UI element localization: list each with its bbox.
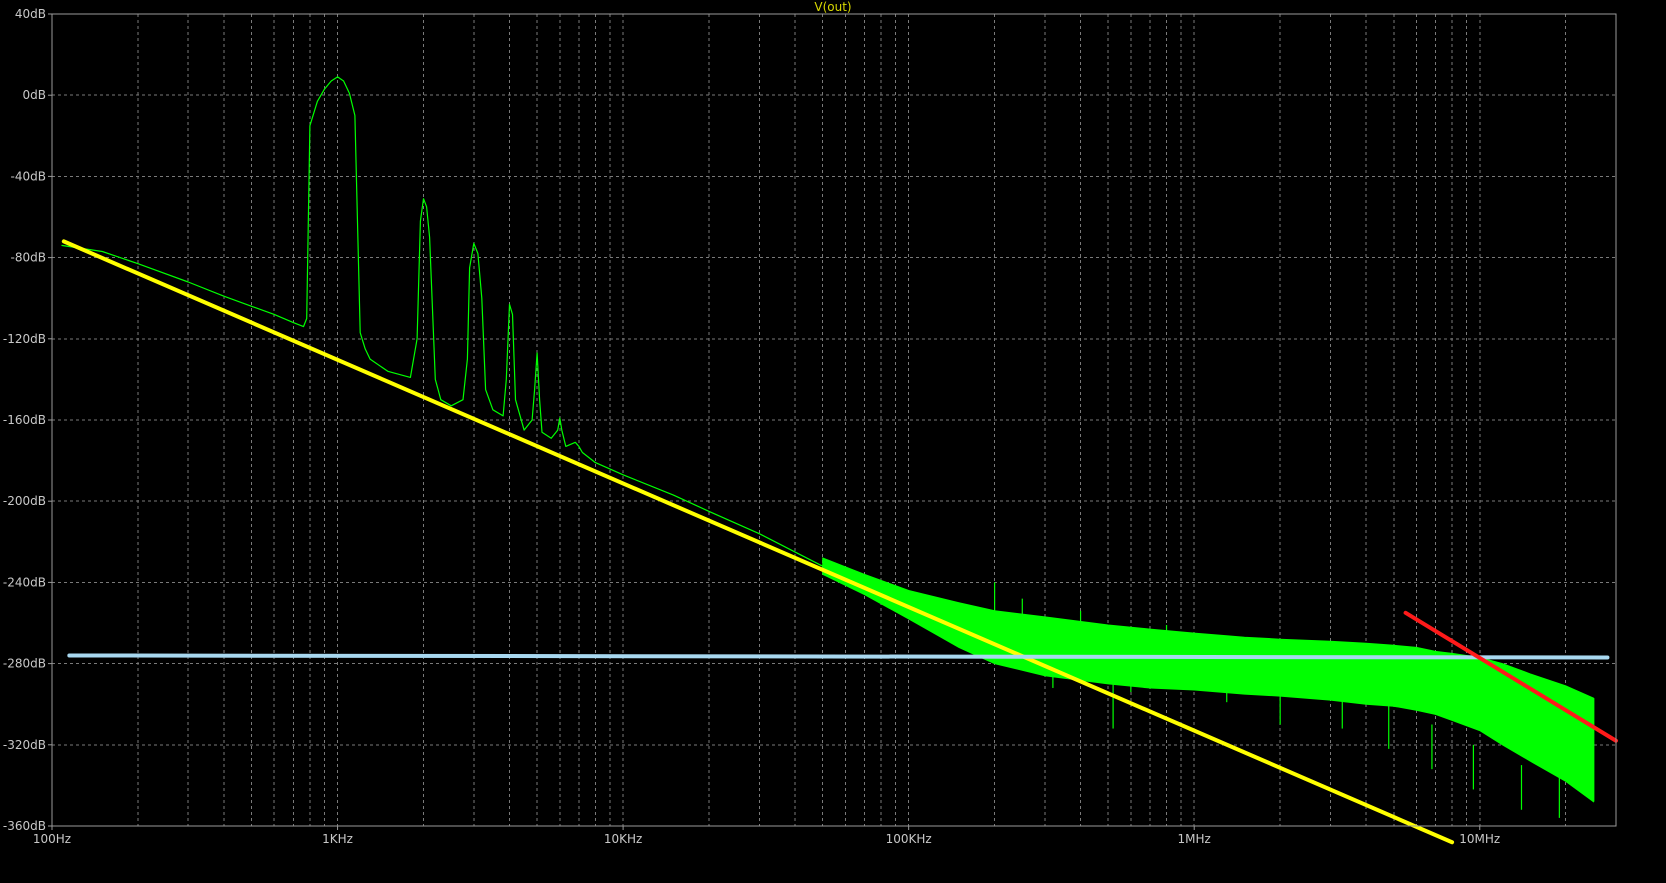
x-tick-label: 10MHz bbox=[1459, 832, 1500, 846]
y-tick-label: -280dB bbox=[3, 657, 46, 671]
series-blue-floor-line bbox=[67, 653, 1610, 660]
x-tick-label: 1KHz bbox=[322, 832, 353, 846]
x-tick-label: 100KHz bbox=[886, 832, 932, 846]
x-tick-label: 100Hz bbox=[33, 832, 71, 846]
y-tick-label: -200dB bbox=[3, 494, 46, 508]
chart-title: V(out) bbox=[814, 0, 851, 14]
y-tick-label: -80dB bbox=[11, 251, 46, 265]
y-tick-label: 40dB bbox=[15, 7, 46, 21]
y-tick-label: -160dB bbox=[3, 413, 46, 427]
v-out-fft-plot: V(out) 40dB 0dB -40dB -80dB -120dB -160dB -200… bbox=[0, 0, 1666, 883]
y-tick-label: -320dB bbox=[3, 738, 46, 752]
y-tick-label: -120dB bbox=[3, 332, 46, 346]
x-tick-label: 10KHz bbox=[604, 832, 642, 846]
y-tick-label: 0dB bbox=[23, 88, 46, 102]
x-tick-label: 1MHz bbox=[1178, 832, 1211, 846]
y-tick-label: -40dB bbox=[11, 169, 46, 183]
y-tick-label: -240dB bbox=[3, 575, 46, 589]
y-tick-label: -360dB bbox=[3, 819, 46, 833]
